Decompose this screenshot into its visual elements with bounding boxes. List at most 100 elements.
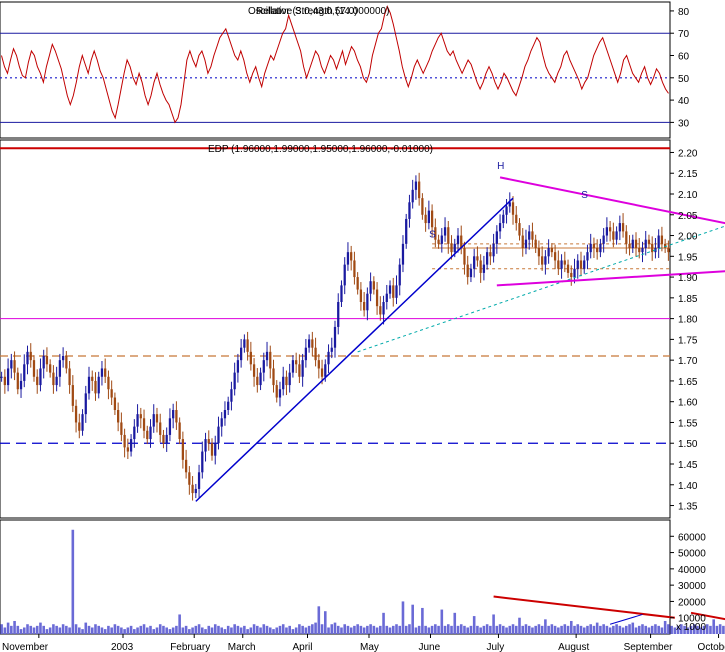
volume-bar bbox=[42, 625, 45, 634]
candle-body bbox=[155, 414, 159, 423]
volume-bar bbox=[16, 625, 20, 634]
candle-body bbox=[61, 356, 65, 361]
candle-body bbox=[667, 248, 670, 253]
volume-bar bbox=[84, 622, 88, 634]
volume-bar bbox=[0, 624, 3, 634]
volume-bar bbox=[268, 627, 272, 634]
candle-body bbox=[181, 439, 185, 460]
candle-body bbox=[65, 356, 68, 369]
candle-body bbox=[602, 235, 605, 244]
x-axis-label: April bbox=[292, 642, 312, 652]
candle-body bbox=[49, 364, 52, 373]
candle-body bbox=[621, 223, 625, 232]
volume-bar bbox=[453, 612, 457, 634]
candle-body bbox=[414, 181, 418, 190]
volume-bar bbox=[498, 624, 502, 634]
volume-bar bbox=[602, 624, 605, 634]
volume-bar bbox=[359, 625, 363, 634]
candle-body bbox=[165, 434, 168, 444]
candle-body bbox=[660, 235, 664, 244]
candle-body bbox=[657, 235, 660, 248]
volume-bar bbox=[505, 627, 508, 634]
candle-body bbox=[330, 347, 333, 352]
volume-bar bbox=[343, 624, 347, 634]
volume-bar bbox=[527, 625, 531, 634]
volume-bar bbox=[107, 625, 110, 634]
volume-bar bbox=[52, 624, 55, 634]
candle-body bbox=[596, 248, 599, 253]
x-axis-label: February bbox=[170, 642, 210, 652]
volume-bar bbox=[349, 627, 353, 634]
price-tick-label: 1.40 bbox=[678, 481, 698, 492]
volume-bar bbox=[133, 629, 136, 634]
volume-bar bbox=[463, 625, 466, 634]
volume-bar bbox=[569, 620, 573, 634]
candle-body bbox=[272, 368, 275, 386]
volume-bar bbox=[644, 625, 648, 634]
candle-body bbox=[550, 248, 553, 253]
volume-bar bbox=[379, 625, 382, 634]
price-tick-label: 1.70 bbox=[678, 356, 698, 367]
volume-bar bbox=[71, 529, 75, 634]
x-axis-label: August bbox=[558, 642, 589, 652]
candle-body bbox=[372, 281, 375, 290]
volume-tick-label: 50000 bbox=[678, 549, 706, 560]
candle-body bbox=[275, 385, 278, 398]
candle-body bbox=[392, 285, 395, 298]
price-tick-label: 2.05 bbox=[678, 211, 698, 222]
volume-bar bbox=[388, 627, 392, 634]
volume-bar bbox=[485, 624, 489, 634]
candle-body bbox=[87, 376, 91, 394]
volume-bar bbox=[239, 627, 243, 634]
volume-bar bbox=[333, 622, 337, 634]
volume-bar bbox=[557, 627, 560, 634]
candle-body bbox=[541, 256, 544, 265]
volume-bar bbox=[705, 624, 709, 634]
candle-body bbox=[29, 351, 32, 361]
volume-bar bbox=[194, 625, 198, 634]
volume-bar bbox=[281, 624, 285, 634]
volume-bar bbox=[456, 625, 460, 634]
x-axis-label: June bbox=[418, 642, 440, 652]
x-axis-label: July bbox=[486, 642, 504, 652]
candle-body bbox=[0, 376, 3, 378]
candle-body bbox=[411, 189, 414, 203]
volume-bar bbox=[372, 625, 376, 634]
candle-body bbox=[172, 410, 175, 419]
candle-body bbox=[502, 214, 505, 224]
pattern-label-h: H bbox=[497, 161, 504, 172]
volume-bar bbox=[563, 624, 567, 634]
volume-bar bbox=[61, 624, 65, 634]
volume-bar bbox=[579, 625, 583, 634]
candle-body bbox=[641, 248, 644, 253]
volume-bar bbox=[152, 629, 156, 634]
candle-body bbox=[618, 223, 621, 232]
candle-body bbox=[375, 289, 379, 307]
x-axis-label: October bbox=[698, 642, 725, 652]
price-tick-label: 1.90 bbox=[678, 273, 698, 284]
candle-body bbox=[450, 243, 453, 253]
candle-body bbox=[139, 414, 142, 419]
volume-bar bbox=[654, 624, 657, 634]
x-axis-label: May bbox=[360, 642, 379, 652]
candle-body bbox=[278, 389, 282, 398]
volume-bar bbox=[576, 624, 580, 634]
volume-bar bbox=[715, 625, 719, 634]
x-axis-label: 2003 bbox=[111, 642, 134, 652]
candle-body bbox=[463, 248, 466, 265]
volume-bar bbox=[375, 627, 379, 634]
candle-body bbox=[126, 447, 129, 452]
volume-bar bbox=[430, 625, 434, 634]
volume-bar bbox=[45, 629, 49, 634]
volume-bar bbox=[3, 627, 7, 634]
candle-body bbox=[518, 223, 521, 236]
candle-body bbox=[447, 227, 450, 244]
candle-body bbox=[146, 430, 149, 440]
volume-bar bbox=[275, 627, 279, 634]
rsi-tick-label: 70 bbox=[678, 29, 690, 40]
candle-body bbox=[644, 239, 647, 248]
volume-bar bbox=[207, 625, 211, 634]
volume-bar bbox=[492, 614, 495, 634]
candle-body bbox=[521, 235, 524, 248]
price-tick-label: 1.35 bbox=[678, 502, 698, 513]
